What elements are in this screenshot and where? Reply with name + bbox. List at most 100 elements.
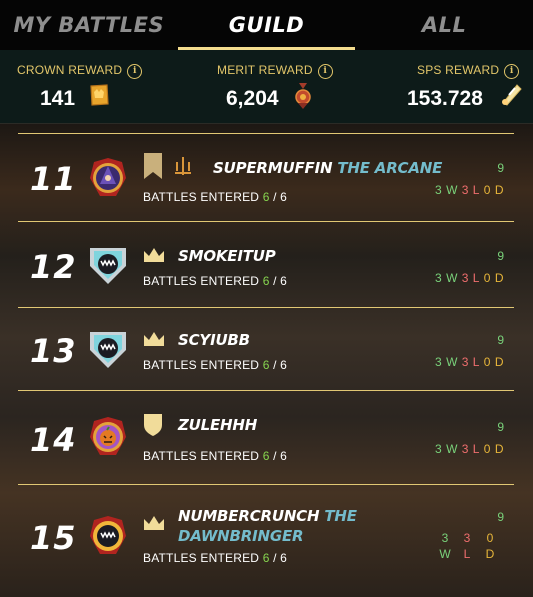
win-loss-draw: 3 W 3 L 0 D bbox=[435, 355, 504, 369]
merit-reward: MERIT REWARD i 6,204 bbox=[178, 50, 356, 123]
battles-entered-count: 6 bbox=[262, 449, 270, 463]
loss-count: 3 bbox=[463, 531, 471, 545]
win-count: 3 bbox=[435, 442, 443, 456]
merit-reward-label: MERIT REWARD bbox=[217, 63, 313, 77]
battles-entered-total: 6 bbox=[280, 449, 288, 463]
list-item[interactable]: 12 SMOKEITUP BATTLES ENTERED 6 / 6 9 3 W… bbox=[0, 222, 533, 307]
win-count: 3 bbox=[441, 531, 449, 545]
loss-suffix: L bbox=[463, 547, 471, 561]
battles-entered-count: 6 bbox=[262, 551, 270, 565]
player-title: THE ARCANE bbox=[337, 159, 443, 177]
info-icon[interactable]: i bbox=[504, 64, 520, 79]
sps-reward-value: 153.728 bbox=[407, 87, 483, 110]
info-icon[interactable]: i bbox=[317, 64, 333, 79]
battle-tabs: MY BATTLES GUILD ALL bbox=[0, 0, 533, 50]
shield-icon bbox=[144, 414, 162, 436]
crown-icon bbox=[144, 248, 164, 262]
win-suffix: W bbox=[446, 355, 458, 369]
crown-reward-value: 141 bbox=[40, 87, 76, 110]
draw-count: 0 bbox=[483, 183, 491, 197]
loss-count: 3 bbox=[461, 442, 469, 456]
sps-token-icon bbox=[502, 84, 522, 106]
battle-count: 9 bbox=[497, 333, 504, 347]
player-rank: 12 bbox=[30, 248, 77, 286]
player-name[interactable]: SUPERMUFFIN bbox=[213, 159, 333, 177]
list-item[interactable]: 14 ZULEHHH BATTLES ENTERED 6 / 6 9 3 W 3… bbox=[0, 391, 533, 484]
win-count: 3 bbox=[435, 355, 443, 369]
monster-avatar[interactable] bbox=[86, 514, 130, 558]
merit-medal-icon bbox=[295, 83, 311, 109]
loss-suffix: L bbox=[472, 442, 480, 456]
crown-icon bbox=[144, 332, 164, 346]
loss-count: 3 bbox=[461, 355, 469, 369]
tab-all[interactable]: ALL bbox=[355, 0, 533, 50]
guild-emblem-icon bbox=[175, 157, 191, 175]
loss-suffix: L bbox=[472, 183, 480, 197]
battle-count: 9 bbox=[497, 420, 504, 434]
battle-count: 9 bbox=[497, 249, 504, 263]
monster-avatar[interactable] bbox=[86, 326, 130, 370]
pumpkin-avatar[interactable] bbox=[86, 415, 130, 459]
battles-entered-label: BATTLES ENTERED bbox=[143, 190, 260, 204]
battles-entered-count: 6 bbox=[262, 274, 270, 288]
player-name[interactable]: SCYIUBB bbox=[178, 331, 250, 349]
crown-reward: CROWN REWARD i 141 bbox=[0, 50, 178, 123]
player-name[interactable]: SMOKEITUP bbox=[178, 247, 276, 265]
draw-suffix: D bbox=[494, 271, 504, 285]
battles-entered-total: 6 bbox=[280, 358, 288, 372]
battles-entered-total: 6 bbox=[280, 551, 288, 565]
player-rank: 13 bbox=[30, 332, 77, 370]
loss-suffix: L bbox=[472, 271, 480, 285]
banner-icon bbox=[144, 153, 162, 179]
win-suffix: W bbox=[446, 442, 458, 456]
tab-guild[interactable]: GUILD bbox=[177, 0, 356, 50]
list-item[interactable]: 11 SUPERMUFFIN THE ARCANE BATTLES ENTERE… bbox=[0, 134, 533, 221]
crown-token-icon bbox=[90, 84, 109, 106]
crown-reward-label: CROWN REWARD bbox=[17, 63, 123, 77]
player-rank: 15 bbox=[30, 519, 77, 557]
battle-count: 9 bbox=[497, 510, 504, 524]
loss-count: 3 bbox=[461, 271, 469, 285]
guild-battle-list: 11 SUPERMUFFIN THE ARCANE BATTLES ENTERE… bbox=[0, 124, 533, 597]
draw-count: 0 bbox=[483, 271, 491, 285]
player-name[interactable]: NUMBERCRUNCH bbox=[178, 507, 320, 525]
crown-icon bbox=[144, 516, 164, 530]
battles-entered-count: 6 bbox=[262, 190, 270, 204]
draw-count: 0 bbox=[483, 442, 491, 456]
info-icon[interactable]: i bbox=[127, 64, 143, 79]
loss-suffix: L bbox=[472, 355, 480, 369]
list-item[interactable]: 13 SCYIUBB BATTLES ENTERED 6 / 6 9 3 W 3… bbox=[0, 308, 533, 390]
battles-entered-label: BATTLES ENTERED bbox=[143, 551, 260, 565]
player-rank: 11 bbox=[30, 160, 77, 198]
win-count: 3 bbox=[435, 271, 443, 285]
player-name[interactable]: ZULEHHH bbox=[178, 416, 257, 434]
sps-reward-label: SPS REWARD bbox=[417, 63, 500, 77]
draw-count: 0 bbox=[483, 355, 491, 369]
player-rank: 14 bbox=[30, 421, 77, 459]
battles-entered-label: BATTLES ENTERED bbox=[143, 358, 260, 372]
battle-count: 9 bbox=[497, 161, 504, 175]
battles-entered-count: 6 bbox=[262, 358, 270, 372]
draw-suffix: D bbox=[494, 442, 504, 456]
list-item[interactable]: 15 NUMBERCRUNCH THE DAWNBRINGER BATTLES … bbox=[0, 485, 533, 597]
draw-suffix: D bbox=[485, 547, 495, 561]
win-count: 3 bbox=[435, 183, 443, 197]
loss-count: 3 bbox=[461, 183, 469, 197]
tab-my-battles[interactable]: MY BATTLES bbox=[0, 0, 178, 50]
draw-suffix: D bbox=[494, 355, 504, 369]
battles-entered-label: BATTLES ENTERED bbox=[143, 449, 260, 463]
draw-suffix: D bbox=[494, 183, 504, 197]
win-loss-draw: 3 W 3 L 0 D bbox=[435, 183, 504, 197]
wizard-avatar[interactable] bbox=[86, 156, 130, 200]
win-loss-draw: 3 W 3 L 0 D bbox=[435, 271, 504, 285]
rewards-bar: CROWN REWARD i 141 MERIT REWARD i 6,204 SP… bbox=[0, 50, 533, 124]
win-loss-draw: 3 W 3 L 0 D bbox=[435, 442, 504, 456]
win-suffix: W bbox=[439, 547, 451, 561]
battles-entered-label: BATTLES ENTERED bbox=[143, 274, 260, 288]
merit-reward-value: 6,204 bbox=[226, 87, 279, 110]
monster-avatar[interactable] bbox=[86, 242, 130, 286]
battles-entered-total: 6 bbox=[280, 274, 288, 288]
win-suffix: W bbox=[446, 271, 458, 285]
battles-entered-total: 6 bbox=[280, 190, 288, 204]
sps-reward: SPS REWARD i 153.728 bbox=[356, 50, 533, 123]
